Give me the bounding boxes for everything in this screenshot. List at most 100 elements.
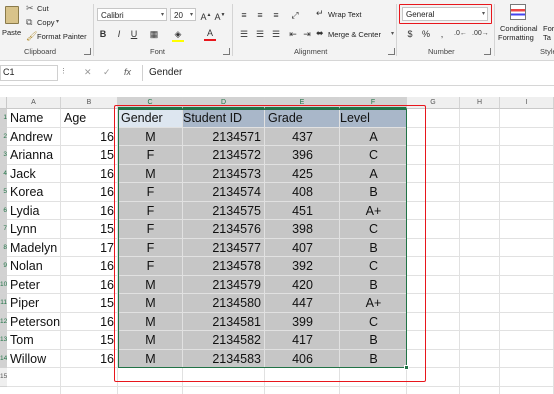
formula-input[interactable]: Gender	[142, 65, 554, 81]
row-header-3[interactable]: 3	[0, 146, 7, 165]
row-header-12[interactable]: 12	[0, 312, 7, 331]
row-header-2[interactable]: 2	[0, 127, 7, 146]
table-cell[interactable]: Madelyn	[7, 239, 61, 258]
align-top-icon[interactable]: ≡	[238, 9, 250, 21]
name-box-dropdown-icon[interactable]: ⋮	[60, 67, 67, 75]
decrease-font-size-icon[interactable]: A▼	[214, 9, 226, 22]
paintbrush-icon: 🖌	[26, 31, 38, 41]
format-painter-button[interactable]: 🖌 Format Painter	[26, 31, 88, 43]
orientation-icon[interactable]: ⤢	[289, 9, 301, 21]
table-cell[interactable]: 16	[61, 350, 118, 369]
align-bottom-icon[interactable]: ≡	[270, 9, 282, 21]
cancel-icon[interactable]: ✕	[84, 67, 92, 78]
font-color-icon[interactable]: A	[204, 27, 216, 41]
table-cell[interactable]: 15	[61, 146, 118, 165]
increase-decimal-icon[interactable]: .0←	[454, 28, 467, 40]
align-left-icon[interactable]: ☰	[238, 28, 250, 40]
alignment-dialog-launcher[interactable]	[388, 48, 395, 55]
table-cell[interactable]: Andrew	[7, 128, 61, 147]
format-as-table-button[interactable]: For Ta	[542, 4, 554, 44]
table-cell[interactable]: Jack	[7, 165, 61, 184]
row-header-14[interactable]: 14	[0, 349, 7, 368]
table-cell[interactable]: 15	[61, 294, 118, 313]
cut-button[interactable]: ✂ Cut	[26, 3, 86, 15]
merge-icon: ⬌	[316, 28, 324, 38]
row-header-4[interactable]: 4	[0, 164, 7, 183]
table-cell[interactable]: 15	[61, 331, 118, 350]
table-cell[interactable]: Willow	[7, 350, 61, 369]
merge-center-button[interactable]: ⬌ Merge & Center ▾	[316, 28, 396, 41]
table-cell[interactable]: Peter	[7, 276, 61, 295]
increase-font-size-icon[interactable]: A▲	[200, 9, 212, 22]
percent-format-button[interactable]: %	[420, 28, 432, 40]
wrap-text-label: Wrap Text	[328, 10, 362, 19]
row-header-1[interactable]: 1	[0, 109, 7, 128]
number-dialog-launcher[interactable]	[484, 48, 491, 55]
table-cell[interactable]: Korea	[7, 183, 61, 202]
table-cell[interactable]: 16	[61, 313, 118, 332]
ribbon: Paste ✂ Cut ⧉ Copy ▾ 🖌 Format Painter Cl…	[0, 0, 554, 61]
currency-format-button[interactable]: $	[404, 28, 416, 40]
font-dialog-launcher[interactable]	[223, 48, 230, 55]
gridline-vertical	[459, 109, 460, 394]
insert-function-icon[interactable]: fx	[124, 67, 131, 77]
gridline-horizontal	[7, 385, 554, 387]
comma-style-button[interactable]: ,	[436, 28, 448, 40]
align-center-icon[interactable]: ☰	[254, 28, 266, 40]
copy-button[interactable]: ⧉ Copy ▾	[26, 17, 86, 29]
row-header-9[interactable]: 9	[0, 257, 7, 276]
decrease-decimal-icon[interactable]: .00→	[472, 28, 489, 40]
table-cell[interactable]: Lynn	[7, 220, 61, 239]
column-header-b[interactable]: B	[61, 97, 118, 109]
align-right-icon[interactable]: ☰	[270, 28, 282, 40]
clipboard-dialog-launcher[interactable]	[84, 48, 91, 55]
table-cell[interactable]: 16	[61, 202, 118, 221]
table-cell[interactable]: 16	[61, 183, 118, 202]
name-box[interactable]: C1	[0, 65, 58, 81]
row-header-13[interactable]: 13	[0, 331, 7, 350]
column-header-i[interactable]: I	[500, 97, 554, 109]
font-name-value: Calibri	[101, 11, 124, 20]
table-cell[interactable]: Lydia	[7, 202, 61, 221]
underline-button[interactable]: U	[128, 28, 140, 40]
table-cell[interactable]: Nolan	[7, 257, 61, 276]
table-cell[interactable]: 15	[61, 220, 118, 239]
enter-icon[interactable]: ✓	[103, 67, 111, 78]
increase-indent-icon[interactable]: ⇥	[301, 28, 313, 40]
bold-button[interactable]: B	[97, 28, 109, 40]
conditional-formatting-label-line2: Formatting	[498, 33, 534, 42]
row-header-11[interactable]: 11	[0, 294, 7, 313]
table-cell[interactable]: Piper	[7, 294, 61, 313]
table-cell[interactable]: 16	[61, 257, 118, 276]
table-cell[interactable]: 16	[61, 128, 118, 147]
format-as-table-label-line1: For	[543, 24, 554, 33]
row-header-6[interactable]: 6	[0, 201, 7, 220]
column-header-h[interactable]: H	[460, 97, 500, 109]
table-header-age[interactable]: Age	[61, 109, 118, 128]
font-size-dropdown[interactable]: 20 ▾	[170, 8, 196, 21]
column-header-a[interactable]: A	[7, 97, 61, 109]
table-cell[interactable]: Peterson	[7, 313, 61, 332]
font-name-dropdown[interactable]: Calibri ▾	[97, 8, 167, 21]
row-header-7[interactable]: 7	[0, 220, 7, 239]
row-header-15[interactable]: 15	[0, 368, 7, 387]
fill-color-icon[interactable]: ◈	[172, 28, 184, 42]
table-cell[interactable]: 16	[61, 165, 118, 184]
align-middle-icon[interactable]: ≡	[254, 9, 266, 21]
borders-icon[interactable]: ▦	[148, 28, 160, 40]
row-header-5[interactable]: 5	[0, 183, 7, 202]
decrease-indent-icon[interactable]: ⇤	[287, 28, 299, 40]
table-cell[interactable]: 16	[61, 276, 118, 295]
conditional-formatting-button[interactable]: Conditional Formatting	[498, 4, 538, 44]
select-all-corner[interactable]	[0, 97, 7, 109]
table-cell[interactable]: 17	[61, 239, 118, 258]
copy-icon: ⧉	[26, 17, 33, 27]
table-cell[interactable]: Tom	[7, 331, 61, 350]
table-header-name[interactable]: Name	[7, 109, 61, 128]
wrap-text-button[interactable]: ↵ Wrap Text	[316, 8, 386, 21]
row-header-8[interactable]: 8	[0, 238, 7, 257]
row-header-10[interactable]: 10	[0, 275, 7, 294]
paste-button[interactable]: Paste	[2, 4, 21, 42]
table-cell[interactable]: Arianna	[7, 146, 61, 165]
italic-button[interactable]: I	[113, 28, 125, 40]
